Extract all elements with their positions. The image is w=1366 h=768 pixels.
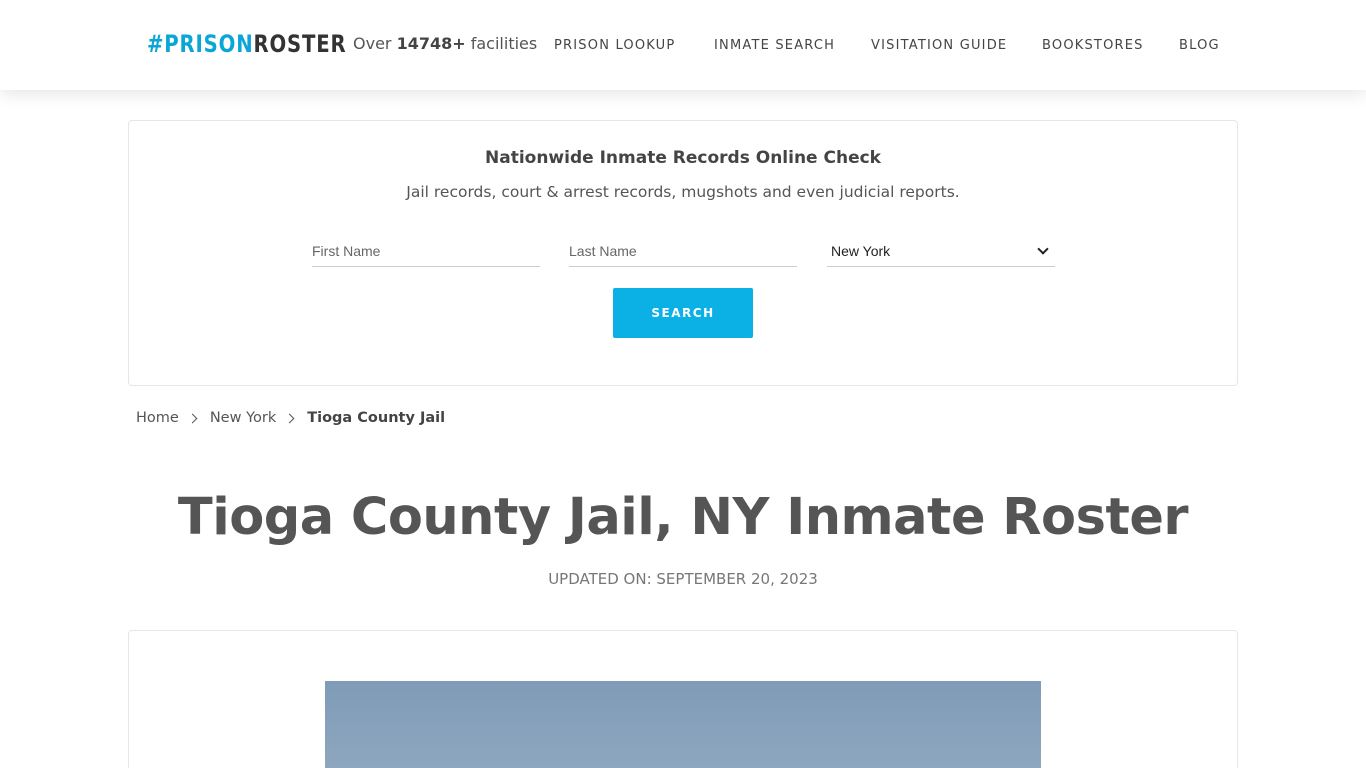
chevron-right-icon — [187, 413, 198, 423]
chevron-down-icon — [1037, 242, 1049, 255]
search-button[interactable]: SEARCH — [613, 288, 753, 338]
updated-date: UPDATED ON: SEPTEMBER 20, 2023 — [548, 570, 818, 588]
nav-blog[interactable]: BLOG — [1179, 38, 1220, 53]
first-name-field — [312, 235, 540, 267]
site-header: # PRISON ROSTER Over 14748+ facilities P… — [0, 0, 1366, 90]
logo-hash: # — [147, 30, 165, 58]
facilities-count: Over 14748+ facilities — [353, 34, 537, 53]
logo-roster: ROSTER — [253, 30, 347, 58]
facility-photo — [325, 681, 1041, 768]
last-name-input[interactable] — [569, 235, 797, 266]
chevron-right-icon — [284, 413, 295, 423]
last-name-field — [569, 235, 797, 267]
facilities-prefix: Over — [353, 34, 397, 53]
breadcrumb: Home New York Tioga County Jail — [136, 408, 445, 428]
facility-content-card — [128, 630, 1238, 768]
inmate-search-card: Nationwide Inmate Records Online Check J… — [128, 120, 1238, 386]
facilities-suffix: facilities — [465, 34, 538, 53]
nav-bookstores[interactable]: BOOKSTORES — [1042, 38, 1144, 53]
search-card-title: Nationwide Inmate Records Online Check — [485, 148, 881, 168]
nav-prison-lookup[interactable]: PRISON LOOKUP — [554, 38, 675, 53]
search-card-subtitle: Jail records, court & arrest records, mu… — [406, 183, 960, 201]
page-title: Tioga County Jail, NY Inmate Roster — [177, 488, 1189, 547]
logo-prison: PRISON — [164, 30, 254, 58]
facilities-number: 14748+ — [396, 34, 466, 53]
nav-visitation-guide[interactable]: VISITATION GUIDE — [871, 38, 1007, 53]
nav-inmate-search[interactable]: INMATE SEARCH — [714, 38, 835, 53]
site-logo[interactable]: # PRISON ROSTER — [147, 27, 347, 61]
breadcrumb-current: Tioga County Jail — [307, 410, 446, 426]
first-name-input[interactable] — [312, 235, 540, 266]
breadcrumb-home[interactable]: Home — [136, 410, 179, 426]
state-select[interactable]: New York — [827, 235, 1055, 267]
breadcrumb-state[interactable]: New York — [210, 410, 276, 426]
state-select-value: New York — [831, 242, 891, 259]
